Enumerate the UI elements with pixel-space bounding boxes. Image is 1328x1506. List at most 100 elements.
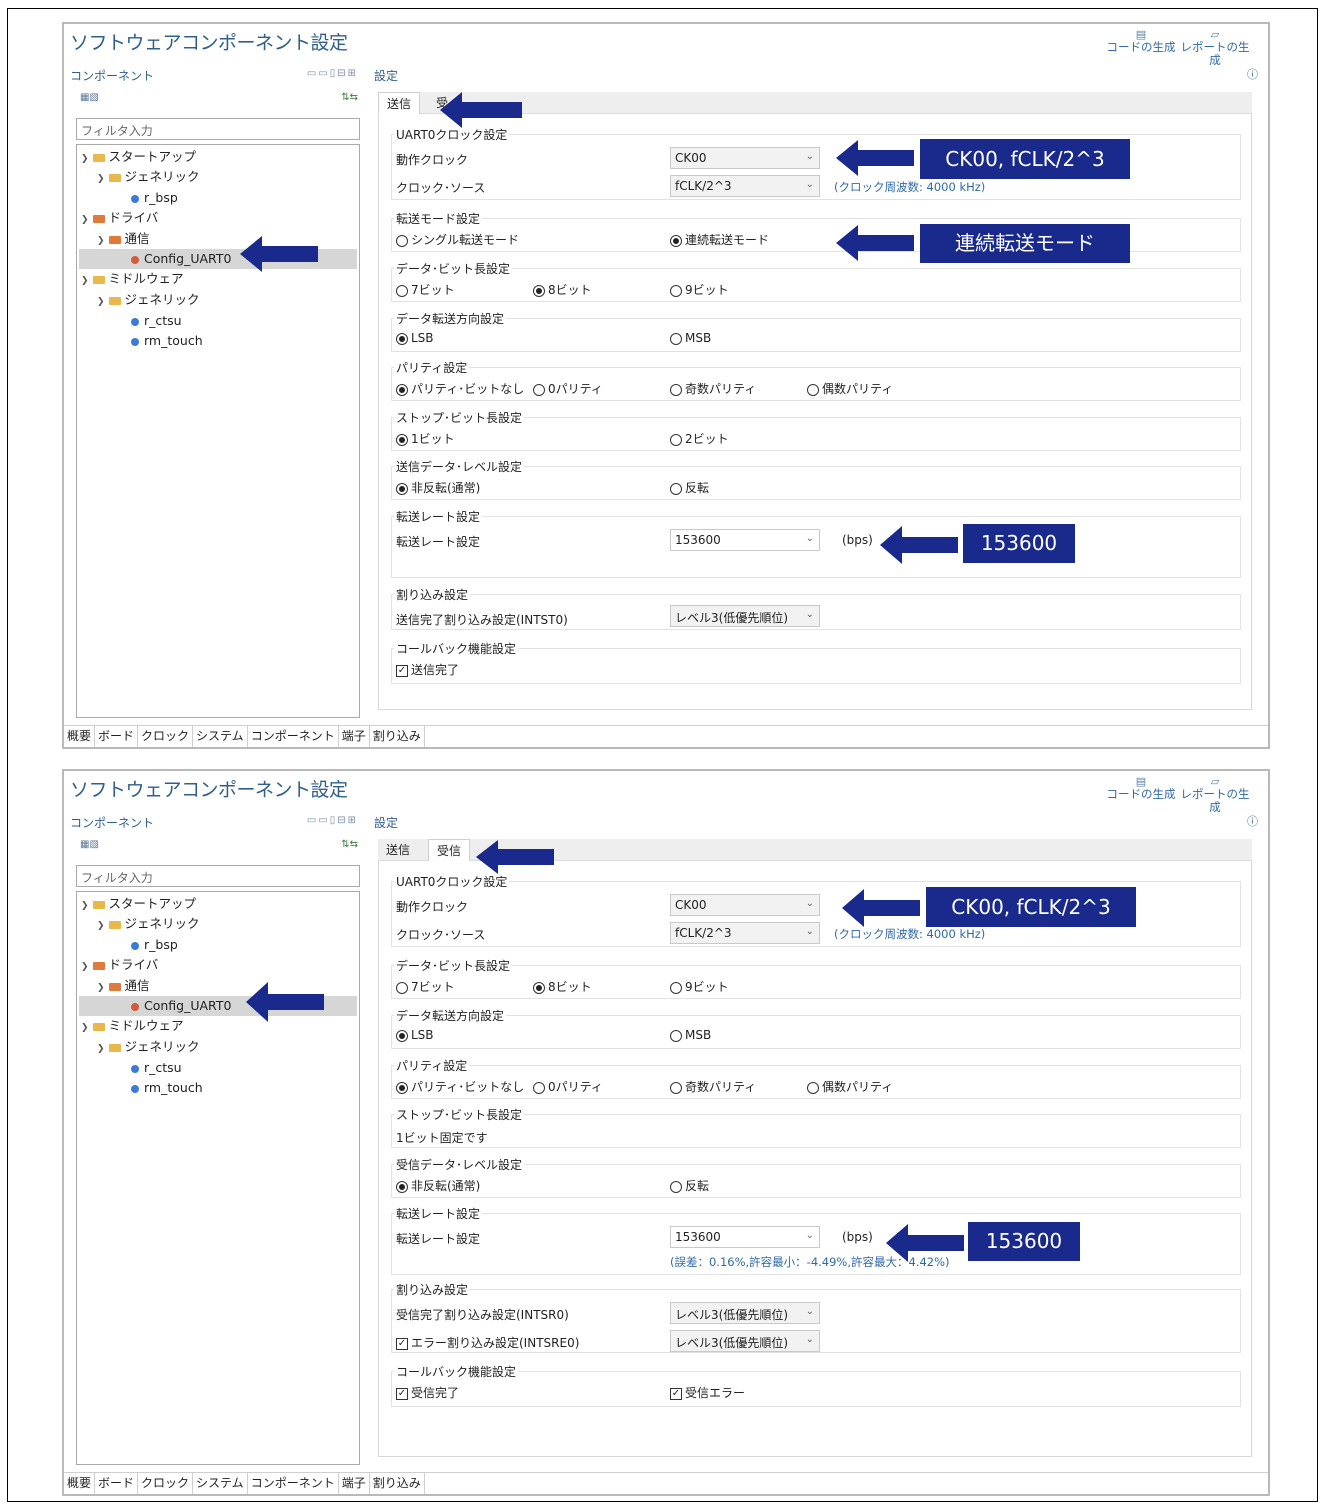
- radio-continuous-mode[interactable]: 連続転送モード: [670, 231, 769, 248]
- tree-node-generic[interactable]: ❯ ジェネリック: [97, 290, 200, 310]
- panel-toolbar-icons[interactable]: ▭▭▯⊟⊞: [307, 68, 358, 79]
- radio-parity-even[interactable]: 偶数パリティ: [807, 380, 893, 397]
- tab-interrupts[interactable]: 割り込み: [370, 1473, 425, 1494]
- tree-node-r-ctsu[interactable]: r_ctsu: [131, 1058, 182, 1078]
- tree-node-generic[interactable]: ❯ ジェネリック: [97, 1037, 200, 1057]
- move-icon[interactable]: ⇅⇆: [341, 839, 358, 850]
- filter-input[interactable]: フィルタ入力: [76, 118, 360, 140]
- rate-group: 転送レート設定 転送レート設定 153600 ⌄ (bps): [391, 508, 1241, 578]
- tree-node-startup[interactable]: ❯ スタートアップ: [81, 894, 196, 914]
- op-clock-select[interactable]: CK00 ⌄: [670, 894, 820, 916]
- radio-lsb[interactable]: LSB: [396, 1028, 434, 1042]
- tab-overview[interactable]: 概要: [64, 1473, 96, 1494]
- op-clock-select[interactable]: CK00 ⌄: [670, 147, 820, 169]
- radio-8bit[interactable]: 8ビット: [533, 281, 592, 298]
- generate-code-button[interactable]: ▤ コードの生成: [1106, 28, 1176, 54]
- tree-node-r-bsp[interactable]: r_bsp: [131, 188, 178, 208]
- info-icon[interactable]: ⓘ: [1247, 66, 1258, 82]
- radio-level-invert[interactable]: 反転: [670, 479, 709, 496]
- tab-system[interactable]: システム: [193, 1473, 248, 1494]
- tree-node-generic[interactable]: ❯ ジェネリック: [97, 167, 200, 187]
- radio-parity-zero[interactable]: 0パリティ: [533, 1078, 603, 1095]
- tab-pins[interactable]: 端子: [339, 1473, 370, 1494]
- rate-combo[interactable]: 153600 ⌄: [670, 529, 820, 551]
- tab-interrupts[interactable]: 割り込み: [370, 726, 425, 747]
- generate-report-button[interactable]: ▱ レポートの生成: [1180, 775, 1250, 814]
- radio-msb[interactable]: MSB: [670, 331, 711, 345]
- stop-group: ストップ･ビット長設定 1ビット 2ビット: [391, 409, 1241, 451]
- clock-source-select[interactable]: fCLK/2^3 ⌄: [670, 175, 820, 197]
- radio-parity-zero[interactable]: 0パリティ: [533, 380, 603, 397]
- info-icon[interactable]: ⓘ: [1247, 813, 1258, 829]
- tab-send[interactable]: 送信: [378, 92, 421, 114]
- checkbox-recv-error[interactable]: ✓ 受信エラー: [670, 1384, 745, 1401]
- radio-9bit[interactable]: 9ビット: [670, 978, 729, 995]
- checkbox-recv-done[interactable]: ✓ 受信完了: [396, 1384, 459, 1401]
- stop-group: ストップ･ビット長設定 1ビット固定です: [391, 1106, 1241, 1148]
- tab-board[interactable]: ボード: [95, 726, 139, 747]
- generate-code-button[interactable]: ▤ コードの生成: [1106, 775, 1176, 801]
- tree-node-startup[interactable]: ❯ スタートアップ: [81, 147, 196, 167]
- interrupt-priority-select[interactable]: レベル3(低優先順位) ⌄: [670, 605, 820, 627]
- generate-report-button[interactable]: ▱ レポートの生成: [1180, 28, 1250, 67]
- tree-node-r-ctsu[interactable]: r_ctsu: [131, 311, 182, 331]
- tree-node-rm-touch[interactable]: rm_touch: [131, 1078, 203, 1098]
- radio-8bit[interactable]: 8ビット: [533, 978, 592, 995]
- tree-node-r-bsp[interactable]: r_bsp: [131, 935, 178, 955]
- rate-group-label: 転送レート設定: [394, 508, 483, 525]
- radio-level-normal[interactable]: 非反転(通常): [396, 1177, 480, 1194]
- panel-toolbar-icons[interactable]: ▭▭▯⊟⊞: [307, 815, 358, 826]
- tab-system[interactable]: システム: [193, 726, 248, 747]
- radio-level-normal[interactable]: 非反転(通常): [396, 479, 480, 496]
- radio-7bit[interactable]: 7ビット: [396, 281, 455, 298]
- tree-node-middleware[interactable]: ❯ ミドルウェア: [81, 1016, 184, 1036]
- radio-parity-odd[interactable]: 奇数パリティ: [670, 1078, 756, 1095]
- error-interrupt-priority-select[interactable]: レベル3(低優先順位) ⌄: [670, 1330, 820, 1352]
- tab-component[interactable]: コンポーネント: [248, 726, 339, 747]
- radio-level-invert[interactable]: 反転: [670, 1177, 709, 1194]
- radio-9bit[interactable]: 9ビット: [670, 281, 729, 298]
- checkbox-send-done[interactable]: ✓ 送信完了: [396, 661, 459, 678]
- rate-combo[interactable]: 153600 ⌄: [670, 1226, 820, 1248]
- move-icon[interactable]: ⇅⇆: [341, 92, 358, 103]
- arrow-left-icon: [836, 140, 914, 176]
- radio-parity-even[interactable]: 偶数パリティ: [807, 1078, 893, 1095]
- tree-node-driver[interactable]: ❯ ドライバ: [81, 208, 158, 228]
- rate-group-label: 転送レート設定: [394, 1205, 483, 1222]
- tab-pins[interactable]: 端子: [339, 726, 370, 747]
- tab-clock[interactable]: クロック: [138, 1473, 194, 1494]
- tab-component[interactable]: コンポーネント: [248, 1473, 339, 1494]
- interrupt-group-label: 割り込み設定: [394, 586, 471, 603]
- clock-source-select[interactable]: fCLK/2^3 ⌄: [670, 922, 820, 944]
- clock-group-label: UART0クロック設定: [394, 126, 510, 143]
- tree-node-driver[interactable]: ❯ ドライバ: [81, 955, 158, 975]
- tab-overview[interactable]: 概要: [64, 726, 96, 747]
- radio-lsb[interactable]: LSB: [396, 331, 434, 345]
- radio-parity-none[interactable]: パリティ･ビットなし: [396, 1078, 524, 1095]
- radio-parity-none[interactable]: パリティ･ビットなし: [396, 380, 524, 397]
- tree-node-comm[interactable]: ❯ 通信: [97, 976, 150, 996]
- add-component-icon[interactable]: ▦▧: [80, 839, 99, 850]
- checkbox-error-interrupt[interactable]: ✓ エラー割り込み設定(INTSRE0): [396, 1334, 579, 1351]
- radio-7bit[interactable]: 7ビット: [396, 978, 455, 995]
- tab-board[interactable]: ボード: [95, 1473, 139, 1494]
- tab-recv[interactable]: 受信: [428, 839, 471, 861]
- radio-stop-2bit[interactable]: 2ビット: [670, 430, 729, 447]
- tree-node-middleware[interactable]: ❯ ミドルウェア: [81, 269, 184, 289]
- radio-stop-1bit[interactable]: 1ビット: [396, 430, 455, 447]
- component-panel: コンポーネント ▭▭▯⊟⊞ ▦▧ ⇅⇆ フィルタ入力 ❯ スタートアップ ❯ ジェネ…: [66, 813, 362, 1473]
- tree-node-generic[interactable]: ❯ ジェネリック: [97, 914, 200, 934]
- radio-msb[interactable]: MSB: [670, 1028, 711, 1042]
- tab-send[interactable]: 送信: [378, 839, 418, 861]
- tree-node-rm-touch[interactable]: rm_touch: [131, 331, 203, 351]
- add-component-icon[interactable]: ▦▧: [80, 92, 99, 103]
- interrupt-group: 割り込み設定 受信完了割り込み設定(INTSR0) レベル3(低優先順位) ⌄ ✓…: [391, 1281, 1241, 1353]
- radio-single-mode[interactable]: シングル転送モード: [396, 231, 519, 248]
- tab-clock[interactable]: クロック: [138, 726, 194, 747]
- tree-node-comm[interactable]: ❯ 通信: [97, 229, 150, 249]
- stop-group-label: ストップ･ビット長設定: [394, 409, 525, 426]
- rate-label: 転送レート設定: [396, 535, 481, 549]
- filter-input[interactable]: フィルタ入力: [76, 865, 360, 887]
- radio-parity-odd[interactable]: 奇数パリティ: [670, 380, 756, 397]
- recv-interrupt-priority-select[interactable]: レベル3(低優先順位) ⌄: [670, 1302, 820, 1324]
